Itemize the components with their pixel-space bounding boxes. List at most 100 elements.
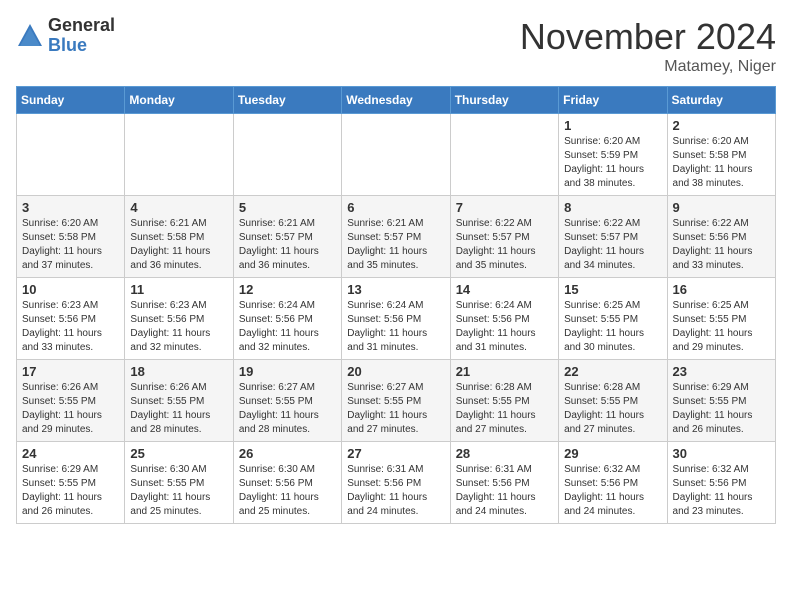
day-info: Sunrise: 6:27 AM Sunset: 5:55 PM Dayligh… (347, 381, 444, 437)
day-info: Sunrise: 6:24 AM Sunset: 5:56 PM Dayligh… (456, 299, 553, 355)
weekday-header: Saturday (667, 87, 775, 114)
day-number: 18 (130, 364, 227, 379)
day-info: Sunrise: 6:23 AM Sunset: 5:56 PM Dayligh… (22, 299, 119, 355)
day-number: 30 (673, 446, 770, 461)
day-info: Sunrise: 6:22 AM Sunset: 5:56 PM Dayligh… (673, 217, 770, 273)
calendar-cell: 21 Sunrise: 6:28 AM Sunset: 5:55 PM Dayli… (450, 360, 558, 442)
day-info: Sunrise: 6:31 AM Sunset: 5:56 PM Dayligh… (456, 463, 553, 519)
calendar-cell: 23Sunrise: 6:29 AM Sunset: 5:55 PM Dayli… (667, 360, 775, 442)
day-info: Sunrise: 6:27 AM Sunset: 5:55 PM Dayligh… (239, 381, 336, 437)
calendar-week-row: 10 Sunrise: 6:23 AM Sunset: 5:56 PM Dayli… (17, 278, 776, 360)
calendar-cell: 9 Sunrise: 6:22 AM Sunset: 5:56 PM Daylig… (667, 196, 775, 278)
day-info: Sunrise: 6:21 AM Sunset: 5:57 PM Dayligh… (239, 217, 336, 273)
day-info: Sunrise: 6:20 AM Sunset: 5:58 PM Dayligh… (22, 217, 119, 273)
weekday-header: Tuesday (233, 87, 341, 114)
weekday-header: Sunday (17, 87, 125, 114)
day-info: Sunrise: 6:21 AM Sunset: 5:58 PM Dayligh… (130, 217, 227, 273)
calendar-week-row: 3Sunrise: 6:20 AM Sunset: 5:58 PM Daylig… (17, 196, 776, 278)
calendar-cell: 11Sunrise: 6:23 AM Sunset: 5:56 PM Dayli… (125, 278, 233, 360)
calendar-cell: 22Sunrise: 6:28 AM Sunset: 5:55 PM Dayli… (559, 360, 667, 442)
calendar-cell: 14 Sunrise: 6:24 AM Sunset: 5:56 PM Dayli… (450, 278, 558, 360)
calendar-cell: 2Sunrise: 6:20 AM Sunset: 5:58 PM Daylig… (667, 114, 775, 196)
day-number: 27 (347, 446, 444, 461)
calendar-cell: 16 Sunrise: 6:25 AM Sunset: 5:55 PM Dayli… (667, 278, 775, 360)
calendar: SundayMondayTuesdayWednesdayThursdayFrid… (16, 86, 776, 524)
calendar-week-row: 1 Sunrise: 6:20 AM Sunset: 5:59 PM Daylig… (17, 114, 776, 196)
month-title: November 2024 (520, 16, 776, 58)
weekday-header: Wednesday (342, 87, 450, 114)
logo-text: General Blue (48, 16, 115, 56)
calendar-cell: 8Sunrise: 6:22 AM Sunset: 5:57 PM Daylig… (559, 196, 667, 278)
day-number: 1 (564, 118, 661, 133)
day-info: Sunrise: 6:29 AM Sunset: 5:55 PM Dayligh… (22, 463, 119, 519)
calendar-cell: 5 Sunrise: 6:21 AM Sunset: 5:57 PM Daylig… (233, 196, 341, 278)
day-number: 20 (347, 364, 444, 379)
day-info: Sunrise: 6:28 AM Sunset: 5:55 PM Dayligh… (456, 381, 553, 437)
calendar-cell: 19 Sunrise: 6:27 AM Sunset: 5:55 PM Dayli… (233, 360, 341, 442)
day-number: 24 (22, 446, 119, 461)
calendar-cell: 20 Sunrise: 6:27 AM Sunset: 5:55 PM Dayli… (342, 360, 450, 442)
day-info: Sunrise: 6:30 AM Sunset: 5:55 PM Dayligh… (130, 463, 227, 519)
day-number: 9 (673, 200, 770, 215)
day-info: Sunrise: 6:26 AM Sunset: 5:55 PM Dayligh… (130, 381, 227, 437)
calendar-cell: 24 Sunrise: 6:29 AM Sunset: 5:55 PM Dayli… (17, 442, 125, 524)
calendar-cell: 1 Sunrise: 6:20 AM Sunset: 5:59 PM Daylig… (559, 114, 667, 196)
calendar-cell (342, 114, 450, 196)
day-number: 11 (130, 282, 227, 297)
calendar-cell: 17 Sunrise: 6:26 AM Sunset: 5:55 PM Dayli… (17, 360, 125, 442)
calendar-cell: 18 Sunrise: 6:26 AM Sunset: 5:55 PM Dayli… (125, 360, 233, 442)
day-number: 17 (22, 364, 119, 379)
calendar-week-row: 24 Sunrise: 6:29 AM Sunset: 5:55 PM Dayli… (17, 442, 776, 524)
day-number: 5 (239, 200, 336, 215)
day-info: Sunrise: 6:24 AM Sunset: 5:56 PM Dayligh… (347, 299, 444, 355)
day-number: 6 (347, 200, 444, 215)
weekday-header-row: SundayMondayTuesdayWednesdayThursdayFrid… (17, 87, 776, 114)
weekday-header: Thursday (450, 87, 558, 114)
day-info: Sunrise: 6:28 AM Sunset: 5:55 PM Dayligh… (564, 381, 661, 437)
calendar-cell: 6 Sunrise: 6:21 AM Sunset: 5:57 PM Daylig… (342, 196, 450, 278)
calendar-cell: 26 Sunrise: 6:30 AM Sunset: 5:56 PM Dayli… (233, 442, 341, 524)
day-number: 21 (456, 364, 553, 379)
calendar-cell: 27 Sunrise: 6:31 AM Sunset: 5:56 PM Dayli… (342, 442, 450, 524)
page-header: General Blue November 2024 Matamey, Nige… (16, 16, 776, 76)
calendar-cell (450, 114, 558, 196)
day-number: 12 (239, 282, 336, 297)
calendar-cell: 30Sunrise: 6:32 AM Sunset: 5:56 PM Dayli… (667, 442, 775, 524)
day-info: Sunrise: 6:22 AM Sunset: 5:57 PM Dayligh… (564, 217, 661, 273)
day-number: 26 (239, 446, 336, 461)
calendar-cell: 7Sunrise: 6:22 AM Sunset: 5:57 PM Daylig… (450, 196, 558, 278)
day-number: 28 (456, 446, 553, 461)
day-number: 7 (456, 200, 553, 215)
day-info: Sunrise: 6:20 AM Sunset: 5:59 PM Dayligh… (564, 135, 661, 191)
day-info: Sunrise: 6:30 AM Sunset: 5:56 PM Dayligh… (239, 463, 336, 519)
calendar-cell: 15Sunrise: 6:25 AM Sunset: 5:55 PM Dayli… (559, 278, 667, 360)
day-number: 13 (347, 282, 444, 297)
day-info: Sunrise: 6:20 AM Sunset: 5:58 PM Dayligh… (673, 135, 770, 191)
logo-blue: Blue (48, 36, 115, 56)
day-number: 29 (564, 446, 661, 461)
calendar-cell: 29 Sunrise: 6:32 AM Sunset: 5:56 PM Dayli… (559, 442, 667, 524)
day-number: 14 (456, 282, 553, 297)
day-info: Sunrise: 6:25 AM Sunset: 5:55 PM Dayligh… (564, 299, 661, 355)
logo-icon (16, 22, 44, 50)
day-number: 16 (673, 282, 770, 297)
calendar-cell: 3Sunrise: 6:20 AM Sunset: 5:58 PM Daylig… (17, 196, 125, 278)
day-info: Sunrise: 6:21 AM Sunset: 5:57 PM Dayligh… (347, 217, 444, 273)
day-number: 23 (673, 364, 770, 379)
calendar-week-row: 17 Sunrise: 6:26 AM Sunset: 5:55 PM Dayli… (17, 360, 776, 442)
location: Matamey, Niger (520, 58, 776, 76)
calendar-cell: 28 Sunrise: 6:31 AM Sunset: 5:56 PM Dayli… (450, 442, 558, 524)
day-info: Sunrise: 6:26 AM Sunset: 5:55 PM Dayligh… (22, 381, 119, 437)
day-number: 10 (22, 282, 119, 297)
day-info: Sunrise: 6:25 AM Sunset: 5:55 PM Dayligh… (673, 299, 770, 355)
logo-general: General (48, 16, 115, 36)
calendar-cell: 25Sunrise: 6:30 AM Sunset: 5:55 PM Dayli… (125, 442, 233, 524)
calendar-cell: 12Sunrise: 6:24 AM Sunset: 5:56 PM Dayli… (233, 278, 341, 360)
day-number: 19 (239, 364, 336, 379)
day-info: Sunrise: 6:31 AM Sunset: 5:56 PM Dayligh… (347, 463, 444, 519)
weekday-header: Monday (125, 87, 233, 114)
calendar-cell (125, 114, 233, 196)
day-info: Sunrise: 6:32 AM Sunset: 5:56 PM Dayligh… (564, 463, 661, 519)
calendar-cell (233, 114, 341, 196)
calendar-cell: 10 Sunrise: 6:23 AM Sunset: 5:56 PM Dayli… (17, 278, 125, 360)
